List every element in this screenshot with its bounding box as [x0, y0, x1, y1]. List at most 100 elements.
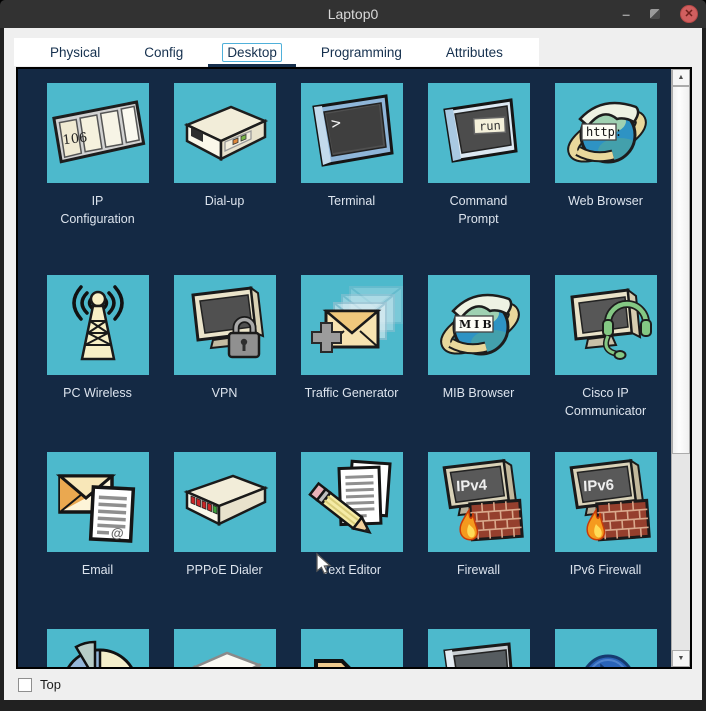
cube-icon	[174, 629, 276, 667]
app-tile-mib-browser[interactable]: MIB	[428, 275, 530, 375]
tab-label: Programming	[316, 43, 407, 62]
app-tile-web-browser[interactable]: http:	[555, 83, 657, 183]
app-label: Web Browser	[568, 192, 643, 210]
email-icon: @	[47, 452, 149, 552]
tab-config[interactable]: Config	[122, 38, 205, 66]
app-tile-email[interactable]: @	[47, 452, 149, 552]
app-cell-pc-wireless: PC Wireless	[34, 275, 161, 452]
close-icon[interactable]: ✕	[680, 5, 698, 23]
title-bar[interactable]: Laptop0 – ✕	[0, 0, 706, 28]
pc-wireless-icon	[47, 275, 149, 375]
dial-up-icon	[174, 83, 276, 183]
web-browser-icon: http:	[555, 83, 657, 183]
app-grid: 106 IP Configuration Dial-up > Terminal run Co…	[18, 69, 671, 667]
app-cell-pie-chart	[34, 629, 161, 667]
app-cell-cisco-ip-communicator: Cisco IP Communicator	[542, 275, 669, 452]
app-tile-text-editor[interactable]	[301, 452, 403, 552]
app-cell-terminal: > Terminal	[288, 83, 415, 275]
app-row: 106 IP Configuration Dial-up > Terminal run Co…	[34, 83, 671, 275]
top-checkbox-label: Top	[40, 677, 61, 692]
app-cell-web-browser: http: Web Browser	[542, 83, 669, 275]
app-tile-pc-wireless[interactable]	[47, 275, 149, 375]
app-cell-traffic-generator: Traffic Generator	[288, 275, 415, 452]
app-label: IP Configuration	[60, 192, 134, 228]
app-tile-folder[interactable]	[301, 629, 403, 667]
app-label: Terminal	[328, 192, 375, 210]
app-label: VPN	[212, 384, 238, 402]
app-row: @EmailPPPoE DialerText EditorIPv4Firewal…	[34, 452, 671, 629]
app-label: Email	[82, 561, 113, 579]
app-tile-terminal[interactable]: >	[301, 83, 403, 183]
window-title: Laptop0	[0, 0, 706, 28]
app-cell-cube	[161, 629, 288, 667]
app-label: IPv6 Firewall	[570, 561, 642, 579]
app-label: PPPoE Dialer	[186, 561, 262, 579]
svg-text:106: 106	[61, 130, 87, 148]
ipv6-firewall-icon: IPv6	[555, 452, 657, 552]
svg-text:MIB: MIB	[459, 318, 495, 331]
window-controls: – ✕	[622, 0, 698, 28]
cisco-ip-communicator-icon	[555, 275, 657, 375]
app-cell-ipv6-firewall: IPv6 IPv6 Firewall	[542, 452, 669, 629]
app-tile-dial-up[interactable]	[174, 83, 276, 183]
pointer-oval-icon	[555, 629, 657, 667]
app-label: Cisco IP Communicator	[542, 384, 669, 420]
app-tile-terminal-gray[interactable]: >	[428, 629, 530, 667]
restore-icon[interactable]	[650, 9, 660, 19]
minimize-icon[interactable]: –	[622, 7, 630, 21]
app-cell-vpn: VPN	[161, 275, 288, 452]
command-prompt-icon: run	[428, 83, 530, 183]
tab-physical[interactable]: Physical	[28, 38, 122, 66]
vertical-scrollbar[interactable]: ▲ ▼	[671, 69, 690, 667]
scrollbar-thumb[interactable]	[672, 86, 690, 454]
pie-chart-icon	[47, 629, 149, 667]
app-cell-ip-configuration: 106 IP Configuration	[34, 83, 161, 275]
folder-icon	[301, 629, 403, 667]
app-tile-pointer-oval[interactable]	[555, 629, 657, 667]
scroll-up-icon[interactable]: ▲	[672, 69, 690, 86]
app-tile-vpn[interactable]	[174, 275, 276, 375]
tab-attributes[interactable]: Attributes	[424, 38, 525, 66]
top-checkbox[interactable]	[18, 678, 32, 692]
app-label: PC Wireless	[63, 384, 132, 402]
window-body: Physical Config Desktop Programming Attribut…	[4, 28, 702, 700]
tab-bar: Physical Config Desktop Programming Attribut…	[14, 38, 539, 66]
tab-programming[interactable]: Programming	[299, 38, 424, 66]
svg-text:IPv6: IPv6	[582, 477, 614, 496]
tab-label: Physical	[45, 43, 105, 62]
app-tile-pppoe-dialer[interactable]	[174, 452, 276, 552]
tab-desktop[interactable]: Desktop	[205, 38, 299, 66]
svg-text:IPv4: IPv4	[455, 477, 487, 496]
app-tile-firewall[interactable]: IPv4	[428, 452, 530, 552]
app-tile-cube[interactable]	[174, 629, 276, 667]
vpn-icon	[174, 275, 276, 375]
footer-bar: Top	[4, 669, 702, 700]
app-cell-text-editor: Text Editor	[288, 452, 415, 629]
scroll-down-icon[interactable]: ▼	[672, 650, 690, 667]
tab-label: Desktop	[222, 43, 282, 62]
app-tile-cisco-ip-communicator[interactable]	[555, 275, 657, 375]
desktop-panel: 106 IP Configuration Dial-up > Terminal run Co…	[16, 67, 692, 669]
app-cell-terminal-gray: >	[415, 629, 542, 667]
app-tile-ip-configuration[interactable]: 106	[47, 83, 149, 183]
laptop0-window: Laptop0 – ✕ Physical Config Desktop Program…	[0, 0, 706, 711]
app-tile-traffic-generator[interactable]	[301, 275, 403, 375]
svg-text:http:: http:	[586, 125, 622, 139]
app-cell-pointer-oval	[542, 629, 669, 667]
app-tile-ipv6-firewall[interactable]: IPv6	[555, 452, 657, 552]
app-cell-command-prompt: run Command Prompt	[415, 83, 542, 275]
app-cell-dial-up: Dial-up	[161, 83, 288, 275]
app-cell-email: @ Email	[34, 452, 161, 629]
app-cell-pppoe-dialer: PPPoE Dialer	[161, 452, 288, 629]
app-row: PC Wireless VPN Traffic Generator MIBMIB Br…	[34, 275, 671, 452]
ip-configuration-icon: 106	[47, 83, 149, 183]
app-cell-mib-browser: MIBMIB Browser	[415, 275, 542, 452]
app-label: Dial-up	[205, 192, 245, 210]
app-tile-command-prompt[interactable]: run	[428, 83, 530, 183]
app-tile-pie-chart[interactable]	[47, 629, 149, 667]
app-label: Command Prompt	[450, 192, 508, 228]
app-label: Traffic Generator	[305, 384, 399, 402]
terminal-icon: >	[301, 83, 403, 183]
svg-text:run: run	[478, 118, 500, 133]
app-label: Text Editor	[322, 561, 381, 579]
